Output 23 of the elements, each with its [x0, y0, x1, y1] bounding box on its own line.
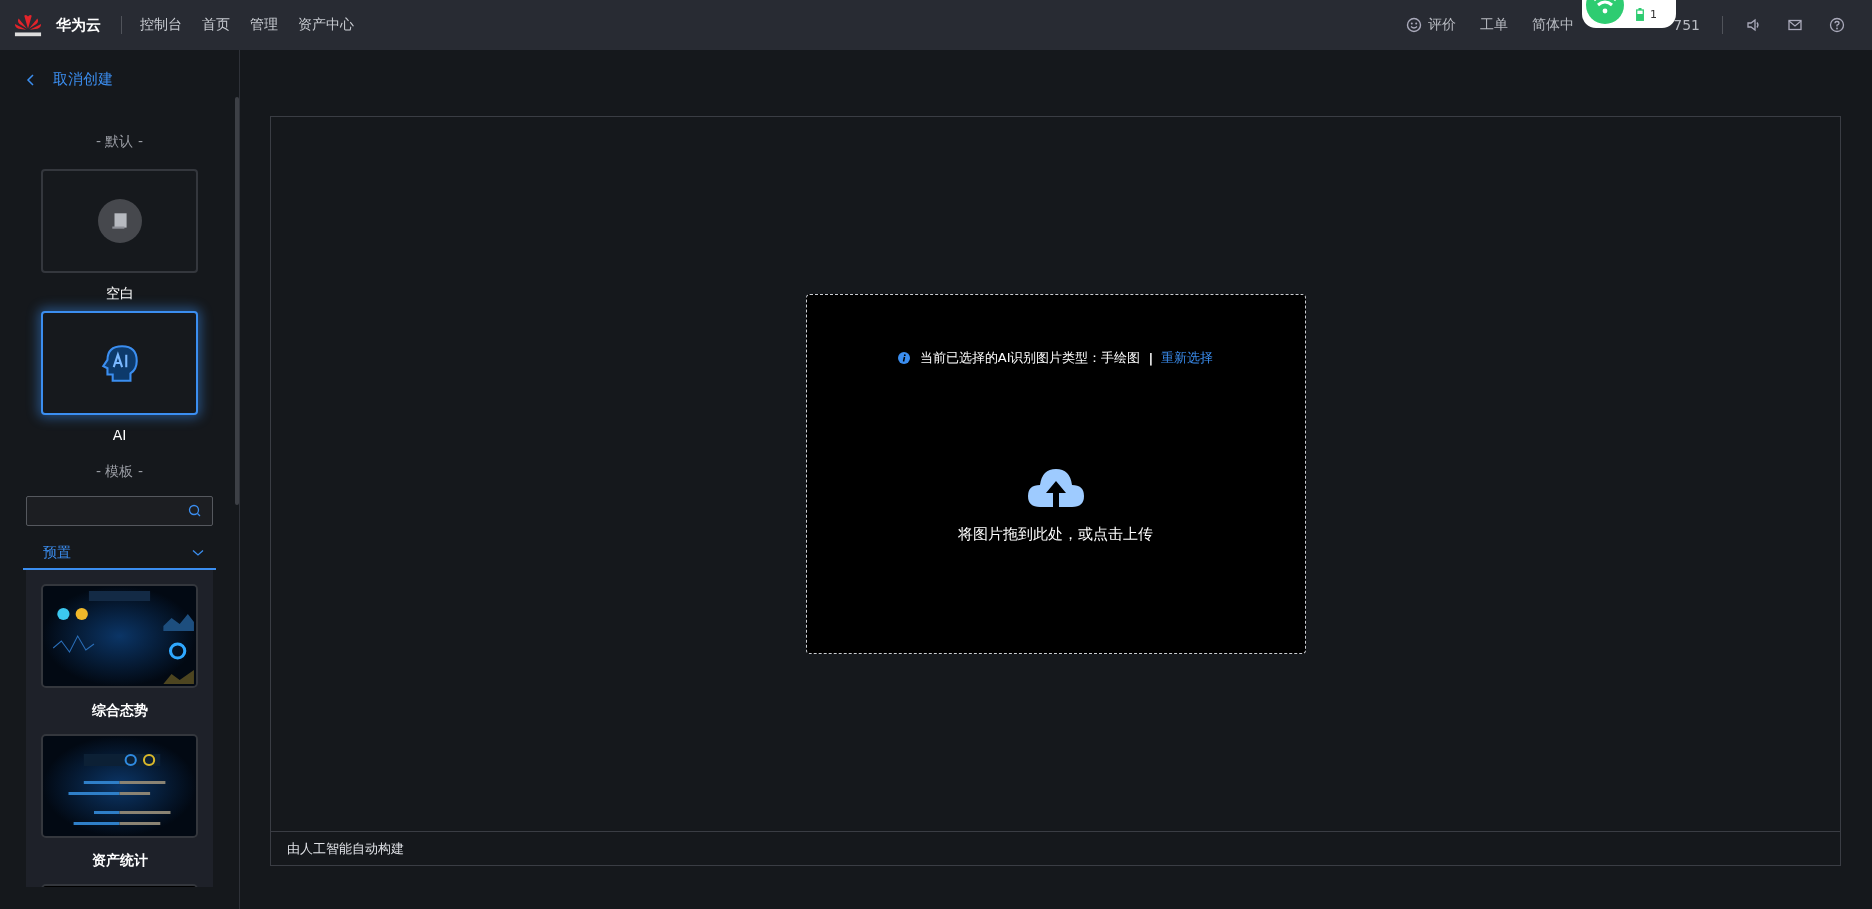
account-name[interactable]: 751: [1673, 17, 1700, 33]
device-count: 1: [1650, 7, 1657, 21]
card-label: 空白: [105, 285, 134, 303]
header-link[interactable]: 工单: [1480, 16, 1509, 34]
upload-hint: 将图片拖到此处，或点击上传: [958, 525, 1153, 544]
separator-text: |: [1148, 350, 1154, 366]
footer-text: 由人工智能自动构建: [271, 831, 1840, 865]
nav-link[interactable]: 控制台: [140, 16, 182, 34]
section-title: - 模板 -: [96, 463, 143, 481]
cancel-create-link[interactable]: 取消创建: [26, 70, 113, 89]
section-title: - 默认 -: [96, 133, 143, 151]
reselect-link[interactable]: 重新选择: [1161, 349, 1214, 367]
nav-link[interactable]: 资产中心: [298, 16, 354, 34]
upload-area[interactable]: 当前已选择的AI识别图片类型：手绘图 | 重新选择 将图片拖到此处，或点击上传: [805, 294, 1306, 654]
feedback-link[interactable]: 评价: [1406, 16, 1457, 34]
card-label: AI: [112, 427, 127, 443]
brand-name[interactable]: 华为云: [56, 15, 101, 35]
template-name: 资产统计: [91, 852, 148, 870]
nav-link[interactable]: 首页: [202, 16, 230, 34]
info-text: 当前已选择的AI识别图片类型：手绘图: [919, 349, 1141, 367]
template-name: 综合态势: [91, 702, 148, 720]
nav-link[interactable]: 管理: [250, 16, 278, 34]
header-link[interactable]: 简体中: [1532, 16, 1575, 34]
